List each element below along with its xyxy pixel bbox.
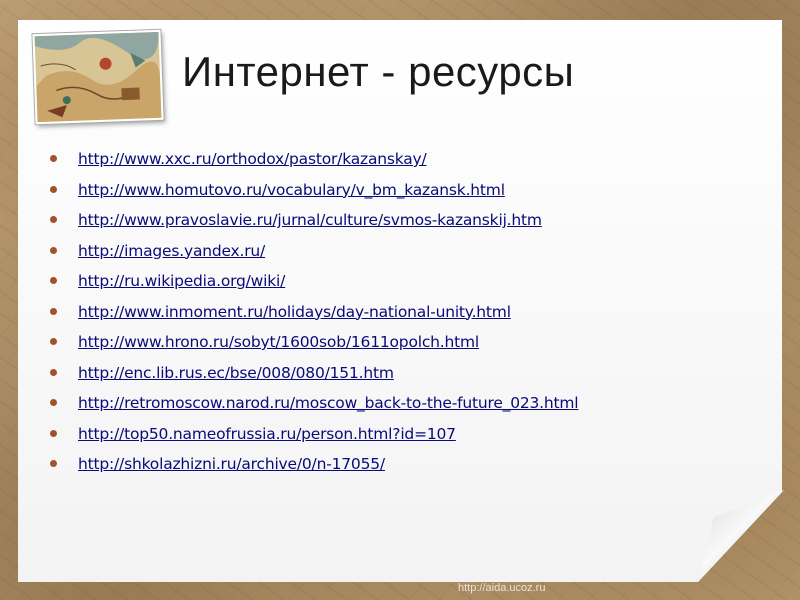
bullet-icon xyxy=(50,185,57,193)
resource-link-list: http://www.xxc.ru/orthodox/pastor/kazans… xyxy=(48,148,579,484)
bullet-icon xyxy=(50,277,57,284)
resource-link[interactable]: http://www.hrono.ru/sobyt/1600sob/1611op… xyxy=(78,333,479,351)
list-item: http://www.homutovo.ru/vocabulary/v_bm_k… xyxy=(48,179,578,210)
bullet-icon xyxy=(50,460,57,467)
resource-link[interactable]: http://www.inmoment.ru/holidays/day-nati… xyxy=(78,303,511,321)
resource-link[interactable]: http://www.homutovo.ru/vocabulary/v_bm_k… xyxy=(78,181,505,199)
bullet-icon xyxy=(50,216,57,223)
slide-title: Интернет - ресурсы xyxy=(182,48,575,95)
bullet-icon xyxy=(50,307,57,315)
resource-link[interactable]: http://images.yandex.ru/ xyxy=(78,242,265,260)
old-map-illustration xyxy=(34,31,162,123)
bullet-icon xyxy=(50,246,57,254)
resource-link[interactable]: http://www.pravoslavie.ru/jurnal/culture… xyxy=(78,211,542,229)
bullet-icon xyxy=(50,399,57,406)
resource-link[interactable]: http://ru.wikipedia.org/wiki/ xyxy=(78,272,285,290)
bullet-icon xyxy=(50,338,57,345)
resource-link[interactable]: http://top50.nameofrussia.ru/person.html… xyxy=(78,425,456,443)
old-map-image xyxy=(32,29,164,125)
resource-link[interactable]: http://enc.lib.rus.ec/bse/008/080/151.ht… xyxy=(78,364,394,382)
list-item: http://shkolazhizni.ru/archive/0/n-17055… xyxy=(48,453,578,484)
watermark-text: http://aida.ucoz.ru xyxy=(458,582,546,594)
list-item: http://images.yandex.ru/ xyxy=(48,240,578,271)
bullet-icon xyxy=(50,429,57,437)
list-item: http://www.pravoslavie.ru/jurnal/culture… xyxy=(48,209,578,240)
list-item: http://www.hrono.ru/sobyt/1600sob/1611op… xyxy=(48,331,578,362)
bullet-icon xyxy=(50,155,57,162)
list-item: http://ru.wikipedia.org/wiki/ xyxy=(48,270,578,301)
resource-link[interactable]: http://www.xxc.ru/orthodox/pastor/kazans… xyxy=(78,150,427,168)
list-item: http://retromoscow.narod.ru/moscow_back-… xyxy=(48,392,579,423)
list-item: http://enc.lib.rus.ec/bse/008/080/151.ht… xyxy=(48,362,578,393)
resource-link[interactable]: http://shkolazhizni.ru/archive/0/n-17055… xyxy=(78,455,385,473)
list-item: http://www.xxc.ru/orthodox/pastor/kazans… xyxy=(48,148,578,179)
list-item: http://top50.nameofrussia.ru/person.html… xyxy=(48,423,578,454)
resource-link[interactable]: http://retromoscow.narod.ru/moscow_back-… xyxy=(78,394,579,412)
list-item: http://www.inmoment.ru/holidays/day-nati… xyxy=(48,301,578,332)
bullet-icon xyxy=(50,368,57,376)
